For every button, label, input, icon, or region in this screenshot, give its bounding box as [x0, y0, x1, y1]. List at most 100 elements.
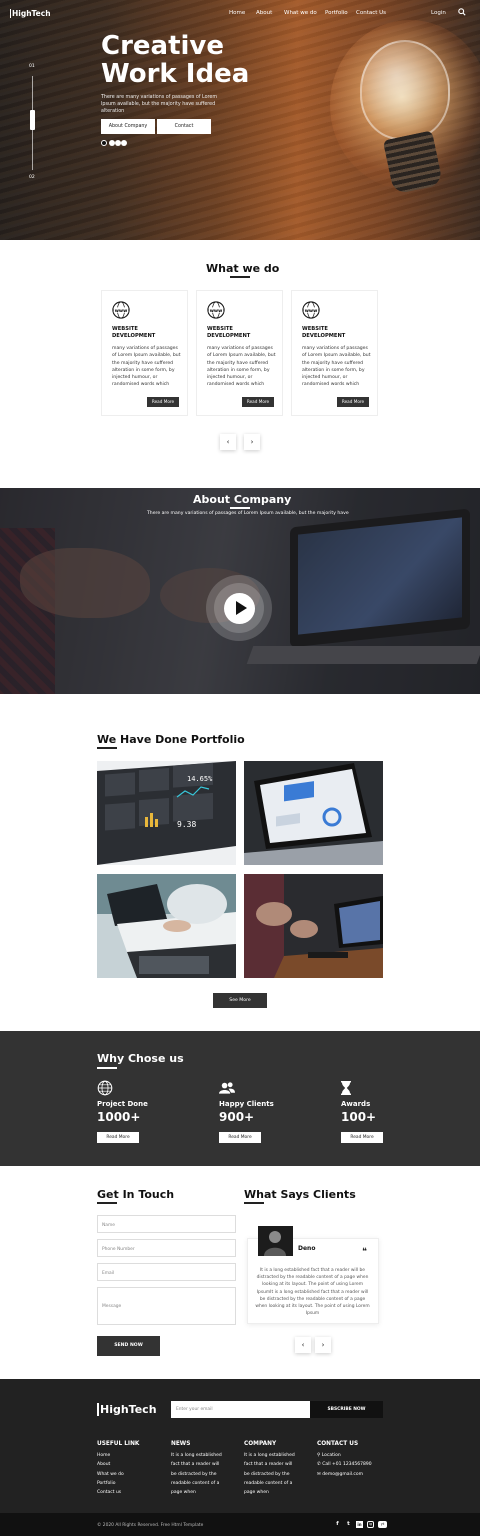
- why-title: Why Chose us: [97, 1052, 184, 1065]
- globe-www-icon: www: [112, 301, 130, 319]
- card-text: many variations of passages of Lorem Ips…: [207, 346, 276, 388]
- card-title: WEBSITE DEVELOPMENT: [207, 326, 251, 339]
- footer-contact-heading: CONTACT US: [317, 1441, 359, 1447]
- search-icon[interactable]: [458, 8, 466, 16]
- read-more-button[interactable]: Read More: [147, 397, 179, 407]
- next-arrow-button[interactable]: ›: [244, 434, 260, 450]
- why-choose-section: [0, 1031, 480, 1166]
- hero-subtitle: There are many variations of passages of…: [101, 95, 218, 114]
- footer-useful-heading: USEFUL LINK: [97, 1441, 140, 1447]
- title-underline: [97, 1067, 117, 1069]
- portfolio-meeting-image[interactable]: [97, 874, 236, 978]
- footer-link-about[interactable]: About: [97, 1460, 124, 1469]
- why-label: Happy Clients: [219, 1100, 274, 1108]
- nav-home[interactable]: Home: [229, 10, 245, 16]
- testimonial-text: It is a long established fact that a rea…: [255, 1268, 370, 1317]
- client-name: Deno: [298, 1245, 316, 1252]
- footer-link-home[interactable]: Home: [97, 1451, 124, 1460]
- copyright-text: © 2020 All Rights Reserved. Free Html Te…: [97, 1523, 204, 1528]
- service-card: www WEBSITE DEVELOPMENT many variations o…: [291, 290, 378, 416]
- title-underline: [230, 507, 250, 509]
- users-icon: [219, 1082, 235, 1094]
- play-icon[interactable]: [236, 601, 247, 615]
- footer-email[interactable]: ✉ demo@gmail.com: [317, 1470, 372, 1479]
- card-title: WEBSITE DEVELOPMENT: [302, 326, 346, 339]
- title-underline: [97, 747, 117, 749]
- nav-contact[interactable]: Contact Us: [356, 10, 386, 16]
- nav-portfolio[interactable]: Portfolio: [325, 10, 348, 16]
- why-value: 900+: [219, 1110, 255, 1124]
- svg-text:www: www: [305, 309, 317, 314]
- client-avatar: [258, 1226, 293, 1256]
- subscribe-email-input[interactable]: Enter your email: [171, 1401, 310, 1418]
- name-field[interactable]: Name: [97, 1215, 236, 1233]
- portfolio-dashboard-image[interactable]: 14.65% 9.38: [97, 761, 236, 865]
- slide-indicator[interactable]: [30, 110, 35, 130]
- prev-arrow-button[interactable]: ‹: [220, 434, 236, 450]
- read-more-button[interactable]: Read More: [97, 1132, 139, 1143]
- card-text: many variations of passages of Lorem Ips…: [112, 346, 181, 388]
- read-more-button[interactable]: Read More: [341, 1132, 383, 1143]
- contact-button[interactable]: Contact: [157, 119, 211, 134]
- svg-text:www: www: [210, 309, 222, 314]
- twitter-icon[interactable]: t: [345, 1521, 352, 1528]
- quote-icon: ❝: [362, 1247, 367, 1257]
- footer-company-text: It is a long established fact that a rea…: [244, 1453, 295, 1496]
- message-field[interactable]: Message: [97, 1287, 236, 1325]
- see-more-button[interactable]: See More: [213, 993, 267, 1008]
- slide-current: 01: [29, 64, 35, 69]
- footer-link-portfolio[interactable]: Portfolio: [97, 1479, 124, 1488]
- footer-useful-list: Home About What we do Portfolio Contact …: [97, 1451, 124, 1497]
- portfolio-title: We Have Done Portfolio: [97, 733, 245, 746]
- footer-news-heading: NEWS: [171, 1441, 191, 1447]
- title-underline: [230, 276, 250, 278]
- instagram-icon[interactable]: ig: [367, 1521, 374, 1528]
- carousel-dot-4[interactable]: [121, 140, 127, 146]
- footer-link-contact[interactable]: Contact us: [97, 1488, 124, 1497]
- slide-total: 02: [29, 175, 35, 180]
- card-title: WEBSITE DEVELOPMENT: [112, 326, 156, 339]
- about-subtitle: There are many variations of passages of…: [147, 511, 349, 516]
- testimonials-title: What Says Clients: [244, 1188, 356, 1201]
- linkedin-icon[interactable]: in: [356, 1521, 363, 1528]
- subscribe-button[interactable]: SBSCRIBE NOW: [310, 1401, 383, 1418]
- nav-what-we-do[interactable]: What we do: [284, 10, 317, 16]
- nav-logo[interactable]: HighTech: [10, 9, 51, 18]
- globe-www-icon: www: [302, 301, 320, 319]
- youtube-icon[interactable]: yt: [378, 1521, 387, 1528]
- footer-logo[interactable]: HighTech: [97, 1403, 157, 1416]
- footer-bottom-bar: [0, 1513, 480, 1536]
- next-arrow-button[interactable]: ›: [315, 1337, 331, 1353]
- read-more-button[interactable]: Read More: [242, 397, 274, 407]
- carousel-dot-1[interactable]: [101, 140, 107, 146]
- footer-phone[interactable]: ✆ Call +01 1234567890: [317, 1460, 372, 1469]
- read-more-button[interactable]: Read More: [219, 1132, 261, 1143]
- read-more-button[interactable]: Read More: [337, 397, 369, 407]
- nav-login[interactable]: Login: [431, 10, 446, 16]
- about-title: About Company: [193, 493, 292, 506]
- footer-news-text: It is a long established fact that a rea…: [171, 1453, 222, 1496]
- about-company-button[interactable]: About Company: [101, 119, 155, 134]
- why-value: 1000+: [97, 1110, 141, 1124]
- why-label: Project Done: [97, 1100, 148, 1108]
- footer-link-what-we-do[interactable]: What we do: [97, 1470, 124, 1479]
- title-underline: [244, 1202, 264, 1204]
- dashboard-reading: 9.38: [177, 820, 196, 829]
- email-field[interactable]: Email: [97, 1263, 236, 1281]
- whatwedo-title: What we do: [206, 262, 280, 275]
- service-card: www WEBSITE DEVELOPMENT many variations o…: [101, 290, 188, 416]
- facebook-icon[interactable]: f: [334, 1521, 341, 1528]
- card-text: many variations of passages of Lorem Ips…: [302, 346, 371, 388]
- footer-company-heading: COMPANY: [244, 1441, 277, 1447]
- hourglass-icon: [341, 1081, 351, 1095]
- prev-arrow-button[interactable]: ‹: [295, 1337, 311, 1353]
- title-underline: [97, 1202, 117, 1204]
- portfolio-laptop-image[interactable]: [244, 761, 383, 865]
- why-label: Awards: [341, 1100, 371, 1108]
- footer-contact-list: ⚲ Location ✆ Call +01 1234567890 ✉ demo@…: [317, 1451, 372, 1479]
- nav-about[interactable]: About: [256, 10, 272, 16]
- portfolio-team-image[interactable]: [244, 874, 383, 978]
- phone-field[interactable]: Phone Number: [97, 1239, 236, 1257]
- social-links: f t in ig yt: [334, 1521, 387, 1528]
- send-now-button[interactable]: SEND NOW: [97, 1336, 160, 1356]
